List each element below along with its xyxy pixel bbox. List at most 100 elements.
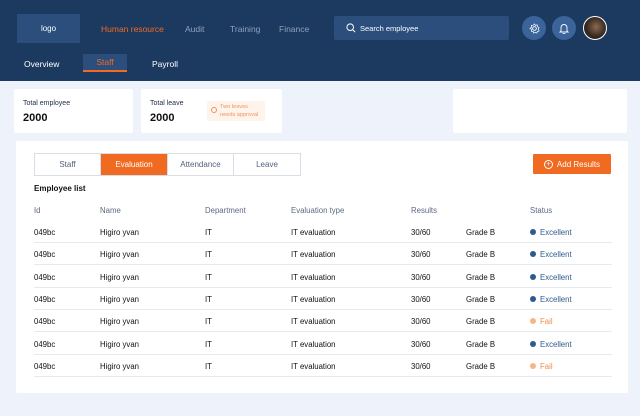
bell-icon: [559, 23, 569, 34]
status-text: Excellent: [540, 272, 572, 282]
info-icon: [211, 107, 217, 113]
cell-grade: Grade B: [466, 317, 496, 327]
avatar[interactable]: [583, 16, 607, 40]
table-row[interactable]: 049bc Higiro yvan IT IT evaluation 30/60 Grad…: [34, 310, 612, 333]
tab-leave[interactable]: Leave: [234, 154, 300, 175]
settings-button[interactable]: [522, 16, 546, 40]
total-leave-label: Total leave: [150, 100, 184, 107]
cell-grade: Grade B: [466, 250, 496, 260]
cell-grade: Grade B: [466, 339, 496, 349]
cell-id: 049bc: [34, 272, 56, 282]
tab-attendance[interactable]: Attendance: [168, 154, 234, 175]
cell-name: Higiro yvan: [100, 250, 139, 260]
search-input[interactable]: Search employee: [334, 16, 509, 40]
cell-department: IT: [205, 294, 212, 304]
nav-finance[interactable]: Finance: [279, 24, 309, 34]
column-header-results[interactable]: Results: [411, 206, 437, 215]
top-header: logo Human resource Audit Training Finan…: [0, 0, 640, 81]
table-row[interactable]: 049bc Higiro yvan IT IT evaluation 30/60 Grad…: [34, 266, 612, 288]
cell-department: IT: [205, 317, 212, 327]
cell-grade: Grade B: [466, 272, 496, 282]
table-row[interactable]: 049bc Higiro yvan IT IT evaluation 30/60 Grad…: [34, 221, 612, 243]
cell-id: 049bc: [34, 228, 56, 237]
column-header-status[interactable]: Status: [530, 206, 552, 215]
nav-human-resource[interactable]: Human resource: [101, 24, 164, 34]
logo[interactable]: logo: [17, 14, 80, 43]
cell-evaluation-type: IT evaluation: [291, 294, 336, 304]
search-icon: [346, 23, 356, 33]
cell-grade: Grade B: [466, 361, 496, 371]
total-employee-label: Total employee: [23, 100, 71, 107]
subnav-payroll[interactable]: Payroll: [152, 59, 178, 69]
leave-approval-badge[interactable]: Two leaves needs approval: [207, 101, 265, 121]
badge-line-1: Two leaves: [220, 104, 248, 110]
cell-department: IT: [205, 339, 212, 349]
add-results-button[interactable]: + Add Results: [533, 154, 611, 174]
status-badge: Fail: [530, 362, 553, 371]
cell-evaluation-type: IT evaluation: [291, 317, 336, 327]
column-header-evaluation-type[interactable]: Evaluation type: [291, 206, 344, 215]
notifications-button[interactable]: [552, 16, 576, 40]
nav-training[interactable]: Training: [230, 24, 260, 34]
status-badge: Excellent: [530, 250, 572, 259]
cell-evaluation-type: IT evaluation: [291, 339, 336, 349]
cell-score: 30/60: [411, 250, 431, 260]
empty-card: [453, 89, 627, 133]
cell-name: Higiro yvan: [100, 339, 139, 349]
status-badge: Excellent: [530, 273, 572, 282]
column-header-name[interactable]: Name: [100, 206, 121, 215]
list-title: Employee list: [34, 184, 86, 193]
badge-line-2: needs approval: [220, 111, 259, 118]
cell-evaluation-type: IT evaluation: [291, 250, 336, 260]
plus-icon: +: [543, 159, 553, 169]
cell-id: 049bc: [34, 250, 56, 260]
excellent-dot-icon: [530, 295, 536, 302]
cell-id: 049bc: [34, 339, 56, 349]
cell-department: IT: [205, 361, 212, 371]
cell-evaluation-type: IT evaluation: [291, 361, 336, 371]
status-badge: Excellent: [530, 228, 572, 237]
column-header-id[interactable]: Id: [34, 206, 41, 215]
excellent-dot-icon: [530, 229, 536, 235]
table-row[interactable]: 049bc Higiro yvan IT IT evaluation 30/60 Grad…: [34, 288, 612, 310]
cell-evaluation-type: IT evaluation: [291, 272, 336, 282]
tab-staff[interactable]: Staff: [35, 154, 101, 175]
nav-audit[interactable]: Audit: [185, 24, 204, 34]
cell-id: 049bc: [34, 317, 56, 327]
table-row[interactable]: 049bc Higiro yvan IT IT evaluation 30/60 Grad…: [34, 243, 612, 266]
excellent-dot-icon: [530, 273, 536, 280]
cell-score: 30/60: [411, 339, 431, 349]
total-employee-value: 2000: [23, 112, 48, 124]
total-leave-value: 2000: [150, 112, 175, 124]
cell-id: 049bc: [34, 361, 56, 371]
table-row[interactable]: 049bc Higiro yvan IT IT evaluation 30/60 Grad…: [34, 333, 612, 355]
cell-score: 30/60: [411, 294, 431, 304]
status-badge: Excellent: [530, 340, 572, 349]
cell-department: IT: [205, 250, 212, 260]
total-employee-card: Total employee 2000: [14, 89, 133, 133]
status-text: Excellent: [540, 339, 572, 349]
settings-icon: [528, 22, 540, 34]
subnav-overview[interactable]: Overview: [24, 59, 59, 69]
cell-score: 30/60: [411, 272, 431, 282]
cell-name: Higiro yvan: [100, 294, 139, 304]
tab-evaluation[interactable]: Evaluation: [101, 154, 168, 175]
cell-evaluation-type: IT evaluation: [291, 228, 336, 237]
cell-id: 049bc: [34, 294, 56, 304]
column-header-department[interactable]: Department: [205, 206, 246, 215]
status-text: Fail: [540, 317, 553, 327]
cell-score: 30/60: [411, 361, 431, 371]
cell-name: Higiro yvan: [100, 228, 139, 237]
excellent-dot-icon: [530, 340, 536, 347]
excellent-dot-icon: [530, 251, 536, 258]
table-row[interactable]: 049bc Higiro yvan IT IT evaluation 30/60 Grad…: [34, 355, 612, 377]
cell-name: Higiro yvan: [100, 317, 139, 327]
search-placeholder: Search employee: [360, 23, 419, 33]
status-text: Fail: [540, 361, 553, 371]
cell-name: Higiro yvan: [100, 272, 139, 282]
status-text: Excellent: [540, 250, 572, 260]
cell-score: 30/60: [411, 317, 431, 327]
subnav-staff[interactable]: Staff: [83, 54, 127, 72]
status-badge: Excellent: [530, 295, 572, 304]
cell-department: IT: [205, 228, 212, 237]
